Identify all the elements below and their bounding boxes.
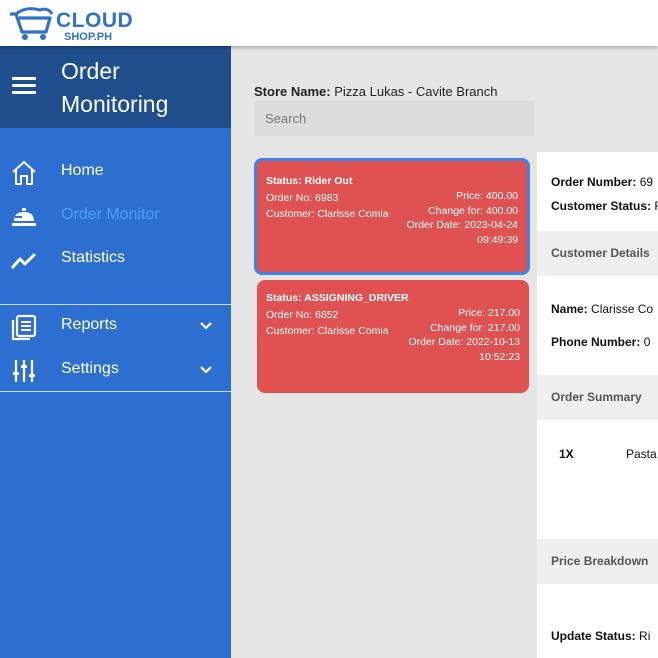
- chevron-down-icon[interactable]: [199, 363, 213, 377]
- cart-icon: [10, 7, 54, 40]
- store-name: Store Name: Pizza Lukas - Cavite Branch: [254, 84, 498, 99]
- brand-sub: SHOP.PH: [64, 31, 113, 43]
- order-card[interactable]: Status: ASSIGNING_DRIVER Order No: 6852 …: [257, 280, 529, 393]
- sidebar-item-order-monitor[interactable]: Order Monitor: [0, 196, 231, 236]
- chart-line-icon: [10, 252, 37, 269]
- hamburger-menu-icon[interactable]: [12, 77, 36, 97]
- sidebar-item-label: Reports: [61, 316, 118, 333]
- detail-value: Ri: [639, 629, 651, 643]
- order-time: 10:52:23: [479, 351, 520, 364]
- brand-wordmark: CLOUD SHOP.PH: [56, 10, 133, 43]
- order-change-for: Change for: 400.00: [428, 204, 518, 217]
- detail-value: 0: [643, 335, 651, 349]
- detail-phone-number: Phone Number: 0: [551, 335, 650, 349]
- detail-label: Phone Number:: [551, 335, 641, 349]
- food-tray-icon: [12, 208, 36, 226]
- order-detail-panel: Order Number: 69 Customer Status: R Cust…: [537, 152, 658, 658]
- order-card-meta: Price: 400.00 Change for: 400.00 Order D…: [407, 189, 518, 248]
- sidebar-item-home[interactable]: Home: [0, 152, 231, 192]
- sidebar-item-label: Home: [61, 162, 104, 179]
- detail-value: R: [654, 199, 658, 213]
- search-input[interactable]: [254, 101, 534, 136]
- sidebar-item-label: Settings: [61, 360, 119, 377]
- section-customer-details: Customer Details: [537, 231, 658, 276]
- store-name-value: Pizza Lukas - Cavite Branch: [334, 84, 498, 99]
- summary-item-qty: 1X: [559, 447, 574, 461]
- sidebar-item-statistics[interactable]: Statistics: [0, 239, 231, 279]
- item-qty: 1X: [559, 447, 574, 461]
- order-status: Status: ASSIGNING_DRIVER: [266, 292, 409, 304]
- store-name-label: Store Name:: [254, 84, 331, 99]
- sidebar-item-label: Statistics: [61, 249, 126, 266]
- sliders-icon: [13, 360, 35, 382]
- sidebar-header: Order Monitoring: [0, 46, 231, 128]
- brand-logo[interactable]: CLOUD SHOP.PH: [8, 4, 133, 43]
- order-price: Price: 217.00: [458, 307, 520, 319]
- order-number: Order No: 6852: [266, 308, 339, 321]
- detail-order-number: Order Number: 69: [551, 175, 653, 189]
- order-number: Order No: 6983: [266, 191, 339, 204]
- report-icon: [11, 314, 37, 341]
- page-title: Order Monitoring: [61, 58, 169, 117]
- sidebar-item-settings[interactable]: Settings: [0, 350, 231, 390]
- sidebar: Order Monitoring Home Order Monitor Stat…: [0, 46, 231, 658]
- detail-label: Update Status:: [551, 629, 636, 643]
- detail-customer-name: Name: Clarisse Co: [551, 302, 653, 316]
- section-price-breakdown: Price Breakdown: [537, 539, 658, 584]
- sidebar-divider: [0, 391, 231, 392]
- top-header: CLOUD SHOP.PH: [0, 0, 658, 46]
- order-customer: Customer: Clarisse Comia: [266, 208, 389, 220]
- detail-label: Name:: [551, 302, 588, 316]
- home-icon: [12, 160, 36, 185]
- sidebar-divider: [0, 304, 231, 305]
- detail-label: Order Number:: [551, 175, 637, 189]
- sidebar-item-label: Order Monitor: [61, 206, 160, 223]
- detail-value: 69: [639, 175, 654, 189]
- detail-customer-status: Customer Status: R: [551, 199, 658, 213]
- order-change-for: Change for: 217.00: [430, 321, 520, 334]
- order-card-info: Status: ASSIGNING_DRIVER Order No: 6852 …: [266, 290, 409, 340]
- detail-update-status[interactable]: Update Status: Ri: [551, 629, 650, 643]
- order-card-meta: Price: 217.00 Change for: 217.00 Order D…: [409, 306, 520, 365]
- order-time: 09:49:39: [477, 234, 518, 247]
- chevron-down-icon[interactable]: [199, 319, 213, 333]
- order-status: Status: Rider Out: [266, 175, 353, 187]
- brand-name: CLOUD: [56, 9, 134, 32]
- order-card-info: Status: Rider Out Order No: 6983 Custome…: [266, 173, 389, 223]
- order-customer: Customer: Clarisse Comia: [266, 325, 389, 337]
- detail-value: Clarisse Co: [591, 302, 654, 316]
- order-date: Order Date: 2023-04-24: [406, 219, 518, 232]
- sidebar-item-reports[interactable]: Reports: [0, 306, 231, 346]
- order-price: Price: 400.00: [456, 190, 518, 202]
- section-order-summary: Order Summary: [537, 375, 658, 420]
- order-card[interactable]: Status: Rider Out Order No: 6983 Custome…: [254, 158, 530, 275]
- detail-label: Customer Status:: [551, 199, 652, 213]
- order-date: Order Date: 2022-10-13: [408, 336, 520, 349]
- summary-item-name: Pasta: [626, 447, 657, 461]
